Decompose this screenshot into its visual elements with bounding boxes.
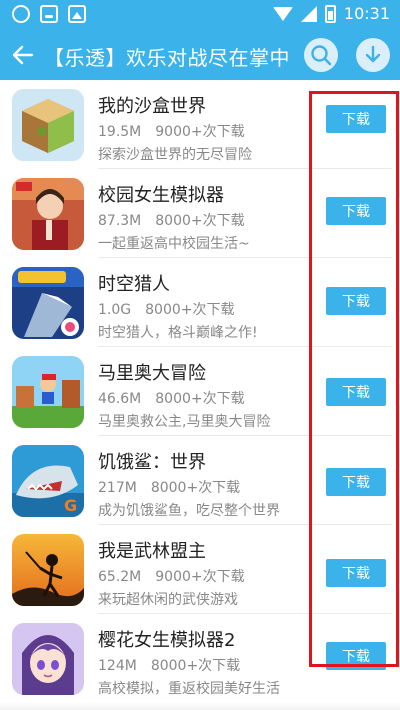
app-downloads: 8000+次下载 <box>150 480 241 496</box>
sakura-school-game-icon <box>12 623 84 695</box>
app-size: 124M <box>98 658 137 674</box>
list-item[interactable]: 校园女生模拟器 87.3M 8000+次下载 一起重返高中校园生活~ 下载 <box>0 169 400 258</box>
list-item[interactable]: 马里奥大冒险 46.6M 8000+次下载 马里奥救公主,马里奥大冒险 下载 <box>0 347 400 436</box>
list-item[interactable]: 我是武林盟主 65.2M 9000+次下载 来玩超休闲的武侠游戏 下载 <box>0 525 400 614</box>
svg-text:G: G <box>64 496 77 515</box>
download-button[interactable]: 下载 <box>326 105 386 133</box>
app-size: 19.5M <box>98 124 142 140</box>
list-item[interactable]: 时空猎人 1.0G 8000+次下载 时空猎人，格斗巅峰之作! 下载 <box>0 258 400 347</box>
sandbox-game-icon <box>12 89 84 161</box>
app-downloads: 8000+次下载 <box>150 658 241 674</box>
download-button[interactable]: 下载 <box>326 468 386 496</box>
list-item[interactable]: G 饥饿鲨：世界 217M 8000+次下载 成为饥饿鲨鱼，吃尽整个世界 下载 <box>0 436 400 525</box>
app-meta: 124M 8000+次下载 <box>98 655 240 675</box>
app-name: 饥饿鲨：世界 <box>98 452 206 473</box>
app-size: 46.6M <box>98 391 142 407</box>
martial-arts-game-icon <box>12 534 84 606</box>
page-title: 【乐透】欢乐对战尽在掌中 <box>44 46 290 70</box>
status-time: 10:31 <box>343 4 390 23</box>
list-item[interactable]: 樱花女生模拟器2 124M 8000+次下载 高校模拟，重返校园美好生活 下载 <box>0 614 400 703</box>
app-downloads: 9000+次下载 <box>155 124 245 140</box>
download-arrow-icon <box>365 45 381 63</box>
battery-icon <box>324 4 336 23</box>
image-icon <box>68 5 86 23</box>
app-downloads: 8000+次下载 <box>155 391 245 407</box>
app-meta: 1.0G 8000+次下载 <box>98 299 234 319</box>
download-manager-button[interactable] <box>356 38 390 72</box>
app-list: 我的沙盒世界 19.5M 9000+次下载 探索沙盒世界的无尽冒险 下载 校园女生… <box>0 80 400 703</box>
app-description: 一起重返高中校园生活~ <box>98 236 250 252</box>
app-name: 马里奥大冒险 <box>98 363 206 384</box>
status-bar: 10:31 <box>0 0 400 30</box>
list-item[interactable]: 我的沙盒世界 19.5M 9000+次下载 探索沙盒世界的无尽冒险 下载 <box>0 80 400 169</box>
app-downloads: 9000+次下载 <box>155 569 245 585</box>
download-button[interactable]: 下载 <box>326 642 386 670</box>
app-name: 我是武林盟主 <box>98 541 206 562</box>
app-name: 樱花女生模拟器2 <box>98 630 236 651</box>
signal-icon <box>300 5 317 22</box>
app-size: 1.0G <box>98 302 132 318</box>
download-button[interactable]: 下载 <box>326 197 386 225</box>
search-icon <box>311 45 332 66</box>
app-meta: 87.3M 8000+次下载 <box>98 210 245 230</box>
wifi-icon <box>272 6 293 21</box>
app-name: 我的沙盒世界 <box>98 96 206 117</box>
bottom-edge <box>0 702 400 710</box>
app-downloads: 8000+次下载 <box>155 213 245 229</box>
notification-icons <box>12 5 86 23</box>
app-meta: 46.6M 8000+次下载 <box>98 388 245 408</box>
back-arrow-icon[interactable] <box>10 42 36 68</box>
app-description: 时空猎人，格斗巅峰之作! <box>98 325 258 341</box>
download-button[interactable]: 下载 <box>326 287 386 315</box>
app-description: 来玩超休闲的武侠游戏 <box>98 592 238 608</box>
app-meta: 65.2M 9000+次下载 <box>98 566 245 586</box>
app-name: 校园女生模拟器 <box>98 185 224 206</box>
app-size: 217M <box>98 480 137 496</box>
smiley-box-icon <box>40 5 58 23</box>
app-size: 65.2M <box>98 569 142 585</box>
mario-adventure-game-icon <box>12 356 84 428</box>
search-button[interactable] <box>304 38 338 72</box>
school-girl-game-icon <box>12 178 84 250</box>
download-button[interactable]: 下载 <box>326 559 386 587</box>
app-name: 时空猎人 <box>98 274 170 295</box>
app-description: 探索沙盒世界的无尽冒险 <box>98 147 252 163</box>
app-description: 高校模拟，重返校园美好生活 <box>98 681 280 697</box>
app-description: 成为饥饿鲨鱼，吃尽整个世界 <box>98 503 280 519</box>
top-app-bar: 【乐透】欢乐对战尽在掌中 <box>0 30 400 80</box>
app-size: 87.3M <box>98 213 142 229</box>
space-hunter-game-icon <box>12 267 84 339</box>
app-meta: 217M 8000+次下载 <box>98 477 240 497</box>
download-button[interactable]: 下载 <box>326 378 386 406</box>
alert-icon <box>12 5 30 23</box>
app-downloads: 8000+次下载 <box>145 302 235 318</box>
app-description: 马里奥救公主,马里奥大冒险 <box>98 414 271 430</box>
hungry-shark-game-icon: G <box>12 445 84 517</box>
app-meta: 19.5M 9000+次下载 <box>98 121 245 141</box>
